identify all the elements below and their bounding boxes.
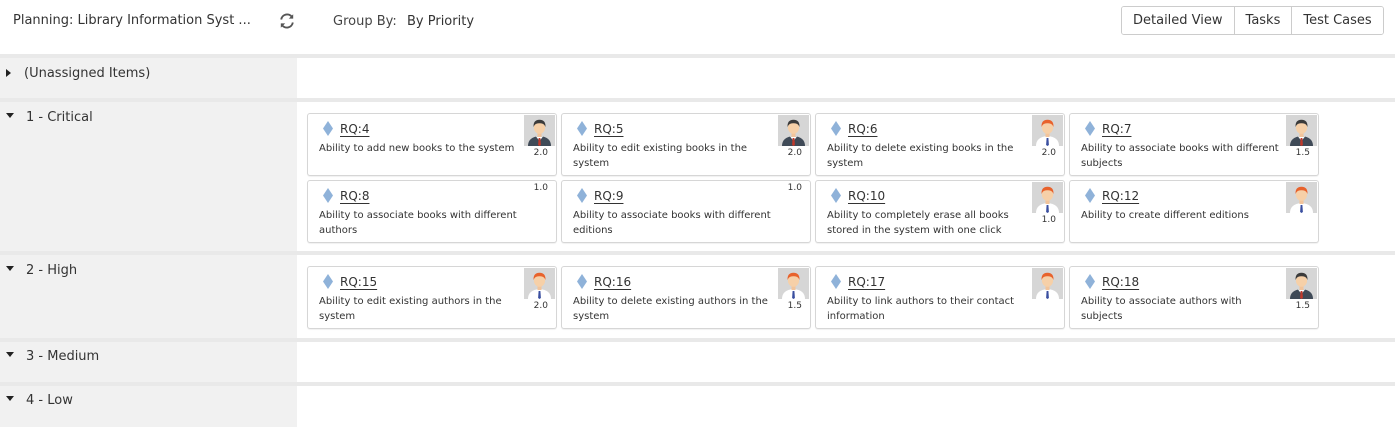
- caret-right-icon: [6, 68, 11, 77]
- owner-avatar-icon[interactable]: [1286, 182, 1317, 213]
- estimate-points: 1.5: [1295, 148, 1310, 158]
- caret-down-icon: [6, 396, 14, 401]
- requirement-type-icon: [323, 274, 333, 289]
- owner-avatar-icon[interactable]: [1032, 182, 1063, 213]
- requirement-id-link[interactable]: RQ:12: [1102, 189, 1139, 203]
- requirement-type-icon: [1085, 274, 1095, 289]
- group-divider: [0, 54, 1395, 58]
- requirement-card[interactable]: RQ:4 Ability to add new books to the syst…: [307, 113, 557, 176]
- estimate-points: 2.0: [533, 148, 548, 158]
- group-divider: [0, 251, 1395, 255]
- group-divider: [0, 98, 1395, 102]
- requirement-card[interactable]: RQ:15 Ability to edit existing authors in…: [307, 266, 557, 329]
- caret-down-icon: [6, 266, 14, 271]
- requirement-description: Ability to associate books with differen…: [1081, 143, 1279, 169]
- estimate-points: 1.0: [533, 183, 548, 193]
- requirement-id-link[interactable]: RQ:7: [1102, 122, 1131, 136]
- tasks-button[interactable]: Tasks: [1234, 7, 1293, 34]
- group-header-critical[interactable]: 1 - Critical: [6, 110, 93, 125]
- group-divider: [0, 338, 1395, 342]
- requirement-id-link[interactable]: RQ:9: [594, 189, 623, 203]
- requirement-type-icon: [831, 121, 841, 136]
- requirement-card[interactable]: RQ:16 Ability to delete existing authors …: [561, 266, 811, 329]
- requirement-type-icon: [577, 274, 587, 289]
- owner-avatar-icon[interactable]: [778, 115, 809, 146]
- requirement-card[interactable]: RQ:12 Ability to create different edition…: [1069, 180, 1319, 243]
- group-header-medium[interactable]: 3 - Medium: [6, 349, 99, 364]
- requirement-description: Ability to delete existing books in the …: [827, 143, 1014, 169]
- requirement-description: Ability to associate books with differen…: [573, 210, 771, 236]
- groupby-dropdown[interactable]: By Priority: [407, 14, 474, 29]
- detailed-view-button[interactable]: Detailed View: [1122, 7, 1235, 34]
- group-divider: [0, 382, 1395, 386]
- requirement-card[interactable]: RQ:18 Ability to associate authors with s…: [1069, 266, 1319, 329]
- requirement-id-link[interactable]: RQ:5: [594, 122, 623, 136]
- requirement-description: Ability to associate authors with subjec…: [1081, 296, 1242, 322]
- requirement-card[interactable]: RQ:17 Ability to link authors to their co…: [815, 266, 1065, 329]
- requirement-type-icon: [577, 188, 587, 203]
- refresh-icon[interactable]: [278, 12, 296, 30]
- group-header-high[interactable]: 2 - High: [6, 263, 77, 278]
- owner-avatar-icon[interactable]: [524, 268, 555, 299]
- owner-avatar-icon[interactable]: [1032, 115, 1063, 146]
- group-label: 2 - High: [26, 263, 78, 278]
- estimate-points: 1.5: [787, 301, 802, 311]
- group-header-low[interactable]: 4 - Low: [6, 393, 73, 408]
- requirement-id-link[interactable]: RQ:17: [848, 275, 885, 289]
- requirement-description: Ability to edit existing authors in the …: [319, 296, 502, 322]
- caret-down-icon: [6, 352, 14, 357]
- group-header-unassigned[interactable]: (Unassigned Items): [6, 66, 150, 81]
- requirement-type-icon: [1085, 188, 1095, 203]
- requirement-description: Ability to create different editions: [1081, 210, 1249, 221]
- estimate-points: 1.5: [1295, 301, 1310, 311]
- caret-down-icon: [6, 113, 14, 118]
- groupby-label: Group By:: [333, 14, 397, 29]
- requirement-type-icon: [323, 121, 333, 136]
- group-label: 3 - Medium: [26, 349, 100, 364]
- requirement-card[interactable]: RQ:7 Ability to associate books with diff…: [1069, 113, 1319, 176]
- group-label: (Unassigned Items): [24, 66, 151, 81]
- requirement-description: Ability to completely erase all books st…: [827, 210, 1009, 236]
- requirement-id-link[interactable]: RQ:4: [340, 122, 369, 136]
- group-label: 1 - Critical: [26, 110, 93, 125]
- requirement-description: Ability to associate books with differen…: [319, 210, 517, 236]
- requirement-card[interactable]: RQ:8 Ability to associate books with diff…: [307, 180, 557, 243]
- requirement-card[interactable]: RQ:5 Ability to edit existing books in th…: [561, 113, 811, 176]
- planning-title[interactable]: Planning: Library Information Syst ...: [13, 13, 251, 28]
- requirement-type-icon: [831, 188, 841, 203]
- requirement-id-link[interactable]: RQ:16: [594, 275, 631, 289]
- test-cases-button[interactable]: Test Cases: [1292, 7, 1383, 34]
- estimate-points: 1.0: [787, 183, 802, 193]
- requirement-id-link[interactable]: RQ:15: [340, 275, 377, 289]
- requirement-type-icon: [1085, 121, 1095, 136]
- requirement-description: Ability to edit existing books in the sy…: [573, 143, 748, 169]
- requirement-id-link[interactable]: RQ:18: [1102, 275, 1139, 289]
- requirement-type-icon: [577, 121, 587, 136]
- requirement-id-link[interactable]: RQ:6: [848, 122, 877, 136]
- owner-avatar-icon[interactable]: [1286, 268, 1317, 299]
- requirement-type-icon: [323, 188, 333, 203]
- requirement-card[interactable]: RQ:6 Ability to delete existing books in …: [815, 113, 1065, 176]
- requirement-id-link[interactable]: RQ:10: [848, 189, 885, 203]
- estimate-points: 1.0: [1041, 215, 1056, 225]
- owner-avatar-icon[interactable]: [1286, 115, 1317, 146]
- requirement-description: Ability to add new books to the system: [319, 143, 515, 154]
- view-button-group: Detailed View Tasks Test Cases: [1121, 6, 1384, 35]
- owner-avatar-icon[interactable]: [1032, 268, 1063, 299]
- group-label: 4 - Low: [26, 393, 73, 408]
- estimate-points: 2.0: [533, 301, 548, 311]
- estimate-points: 2.0: [787, 148, 802, 158]
- owner-avatar-icon[interactable]: [778, 268, 809, 299]
- estimate-points: 2.0: [1041, 148, 1056, 158]
- toolbar: Planning: Library Information Syst ... G…: [0, 0, 1395, 42]
- requirement-type-icon: [831, 274, 841, 289]
- requirement-id-link[interactable]: RQ:8: [340, 189, 369, 203]
- requirement-description: Ability to link authors to their contact…: [827, 296, 1015, 322]
- requirement-card[interactable]: RQ:9 Ability to associate books with diff…: [561, 180, 811, 243]
- owner-avatar-icon[interactable]: [524, 115, 555, 146]
- requirement-description: Ability to delete existing authors in th…: [573, 296, 768, 322]
- requirement-card[interactable]: RQ:10 Ability to completely erase all boo…: [815, 180, 1065, 243]
